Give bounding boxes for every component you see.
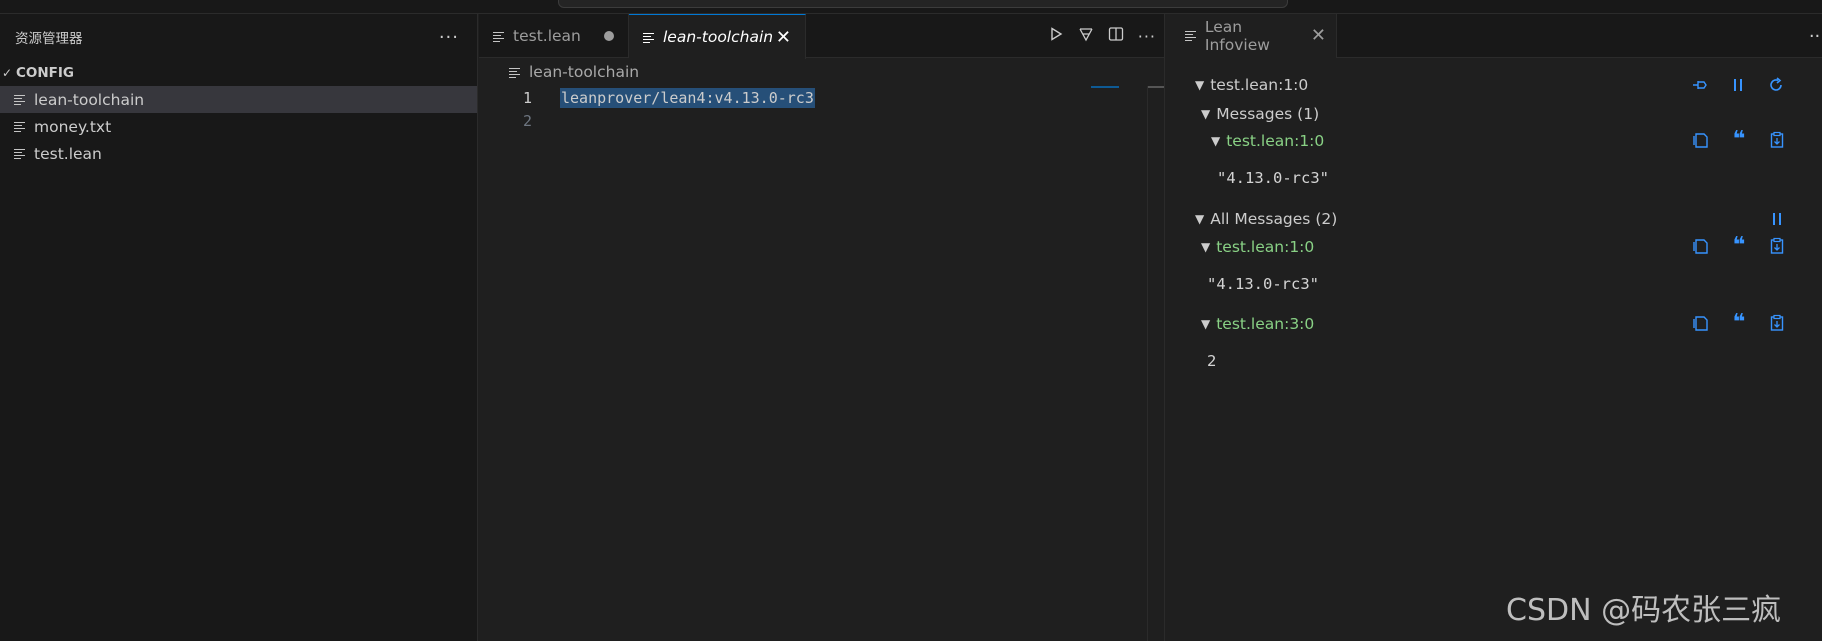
tab-label: lean-toolchain <box>663 28 774 46</box>
run-icon[interactable] <box>1048 26 1064 46</box>
file-label: lean-toolchain <box>34 90 145 109</box>
copy-to-comment-icon[interactable] <box>1692 131 1710 153</box>
all-messages-header[interactable]: ▼ All Messages (2) <box>1195 210 1337 228</box>
chevron-down-icon: ✓ <box>2 66 13 80</box>
editor-tabs: test.lean lean-toolchain ✕ ··· <box>479 14 1164 59</box>
line-number: 2 <box>522 111 532 130</box>
triangle-down-icon: ▼ <box>1211 134 1221 148</box>
message-header[interactable]: ▼ test.lean:1:0 <box>1211 132 1324 150</box>
breadcrumb-file[interactable]: lean-toolchain <box>529 63 639 81</box>
explorer-header: 资源管理器 ··· <box>0 14 477 60</box>
code-line[interactable]: 2 <box>479 109 1164 132</box>
file-label: money.txt <box>34 117 112 136</box>
message-location-link[interactable]: test.lean:1:0 <box>1216 238 1314 256</box>
pause-icon[interactable] <box>1768 210 1786 232</box>
clipboard-icon[interactable] <box>1768 314 1786 336</box>
all-message-header[interactable]: ▼ test.lean:3:0 <box>1201 315 1314 333</box>
message-actions: ❝ <box>1692 312 1786 336</box>
editor-group: test.lean lean-toolchain ✕ ··· lean-tool… <box>479 14 1164 641</box>
folder-section-config[interactable]: ✓ CONFIG <box>0 60 477 86</box>
messages-label: Messages (1) <box>1216 105 1320 123</box>
selected-text[interactable]: leanprover/lean4:v4.13.0-rc3 <box>560 87 815 108</box>
tab-lean-infoview[interactable]: Lean Infoview ✕ <box>1165 13 1337 58</box>
all-messages-actions <box>1768 210 1786 232</box>
unsaved-dot-icon[interactable] <box>604 31 614 41</box>
file-lines-icon <box>643 31 655 43</box>
copy-to-comment-icon[interactable] <box>1692 314 1710 336</box>
line-number: 1 <box>522 88 532 107</box>
tab-label: Lean Infoview <box>1204 17 1270 54</box>
file-label: test.lean <box>34 144 102 163</box>
tab-label: test.lean <box>513 27 581 45</box>
goal-actions <box>1691 76 1785 98</box>
code-area[interactable]: 1 leanprover/lean4:v4.13.0-rc3 2 <box>479 86 1164 132</box>
triangle-down-icon: ▼ <box>1195 78 1205 92</box>
scrollbar[interactable] <box>1147 86 1164 641</box>
tab-lean-toolchain[interactable]: lean-toolchain ✕ <box>629 14 806 59</box>
file-lines-icon <box>493 30 505 42</box>
minimap[interactable] <box>1091 86 1119 88</box>
message-actions: ❝ <box>1692 129 1786 153</box>
split-editor-icon[interactable] <box>1108 26 1124 46</box>
clipboard-icon[interactable] <box>1768 131 1786 153</box>
compare-icon[interactable] <box>1078 26 1094 46</box>
quote-icon[interactable]: ❝ <box>1730 312 1748 336</box>
file-item-money[interactable]: money.txt <box>0 113 477 140</box>
triangle-down-icon: ▼ <box>1201 107 1211 121</box>
file-item-lean-toolchain[interactable]: lean-toolchain <box>0 86 477 113</box>
message-actions: ❝ <box>1692 235 1786 259</box>
message-value: "4.13.0-rc3" <box>1207 275 1319 293</box>
clipboard-icon[interactable] <box>1768 237 1786 259</box>
infoview-tabs: Lean Infoview ✕ ··· <box>1165 13 1822 58</box>
folder-label: CONFIG <box>16 65 75 81</box>
explorer-sidebar: 资源管理器 ··· ✓ CONFIG lean-toolchain money.… <box>0 14 478 641</box>
more-icon[interactable]: ··· <box>1809 26 1822 47</box>
triangle-down-icon: ▼ <box>1201 317 1211 331</box>
editor-actions: ··· <box>1048 14 1156 58</box>
code-line[interactable]: 1 leanprover/lean4:v4.13.0-rc3 <box>479 86 1164 109</box>
explorer-title: 资源管理器 <box>15 31 83 47</box>
goal-location: test.lean:1:0 <box>1210 76 1309 94</box>
file-lines-icon <box>509 66 521 78</box>
message-location-link[interactable]: test.lean:1:0 <box>1226 132 1324 150</box>
pin-icon[interactable] <box>1691 76 1709 98</box>
breadcrumb[interactable]: lean-toolchain <box>479 58 1164 86</box>
tab-test-lean[interactable]: test.lean <box>479 14 629 58</box>
copy-to-comment-icon[interactable] <box>1692 237 1710 259</box>
triangle-down-icon: ▼ <box>1201 240 1211 254</box>
message-value: 2 <box>1207 352 1217 370</box>
quote-icon[interactable]: ❝ <box>1730 129 1748 153</box>
messages-header[interactable]: ▼ Messages (1) <box>1201 105 1319 123</box>
message-location-link[interactable]: test.lean:3:0 <box>1216 315 1314 333</box>
file-item-test-lean[interactable]: test.lean <box>0 140 477 167</box>
goal-header[interactable]: ▼ test.lean:1:0 <box>1195 76 1308 94</box>
line-text[interactable]: leanprover/lean4:v4.13.0-rc3 <box>560 87 815 108</box>
file-lines-icon <box>14 148 26 159</box>
more-icon[interactable]: ··· <box>1138 27 1156 46</box>
refresh-icon[interactable] <box>1767 76 1785 98</box>
title-bar <box>0 0 1822 14</box>
message-value: "4.13.0-rc3" <box>1217 169 1329 187</box>
all-message-header[interactable]: ▼ test.lean:1:0 <box>1201 238 1314 256</box>
quote-icon[interactable]: ❝ <box>1730 235 1748 259</box>
close-icon[interactable]: ✕ <box>776 27 791 48</box>
lean-infoview: Lean Infoview ✕ ··· ▼ test.lean:1:0 ▼ Me… <box>1164 13 1822 641</box>
close-icon[interactable]: ✕ <box>1311 25 1326 46</box>
file-lines-icon <box>14 94 26 105</box>
all-messages-label: All Messages (2) <box>1210 210 1338 228</box>
file-lines-icon <box>14 121 26 132</box>
watermark: CSDN @码农张三疯 <box>1506 593 1782 628</box>
file-lines-icon <box>1185 30 1197 41</box>
command-center[interactable] <box>558 0 1288 8</box>
pause-icon[interactable] <box>1729 76 1747 98</box>
more-actions-icon[interactable]: ··· <box>439 27 459 48</box>
scroll-marker <box>1148 86 1164 88</box>
triangle-down-icon: ▼ <box>1195 212 1205 226</box>
